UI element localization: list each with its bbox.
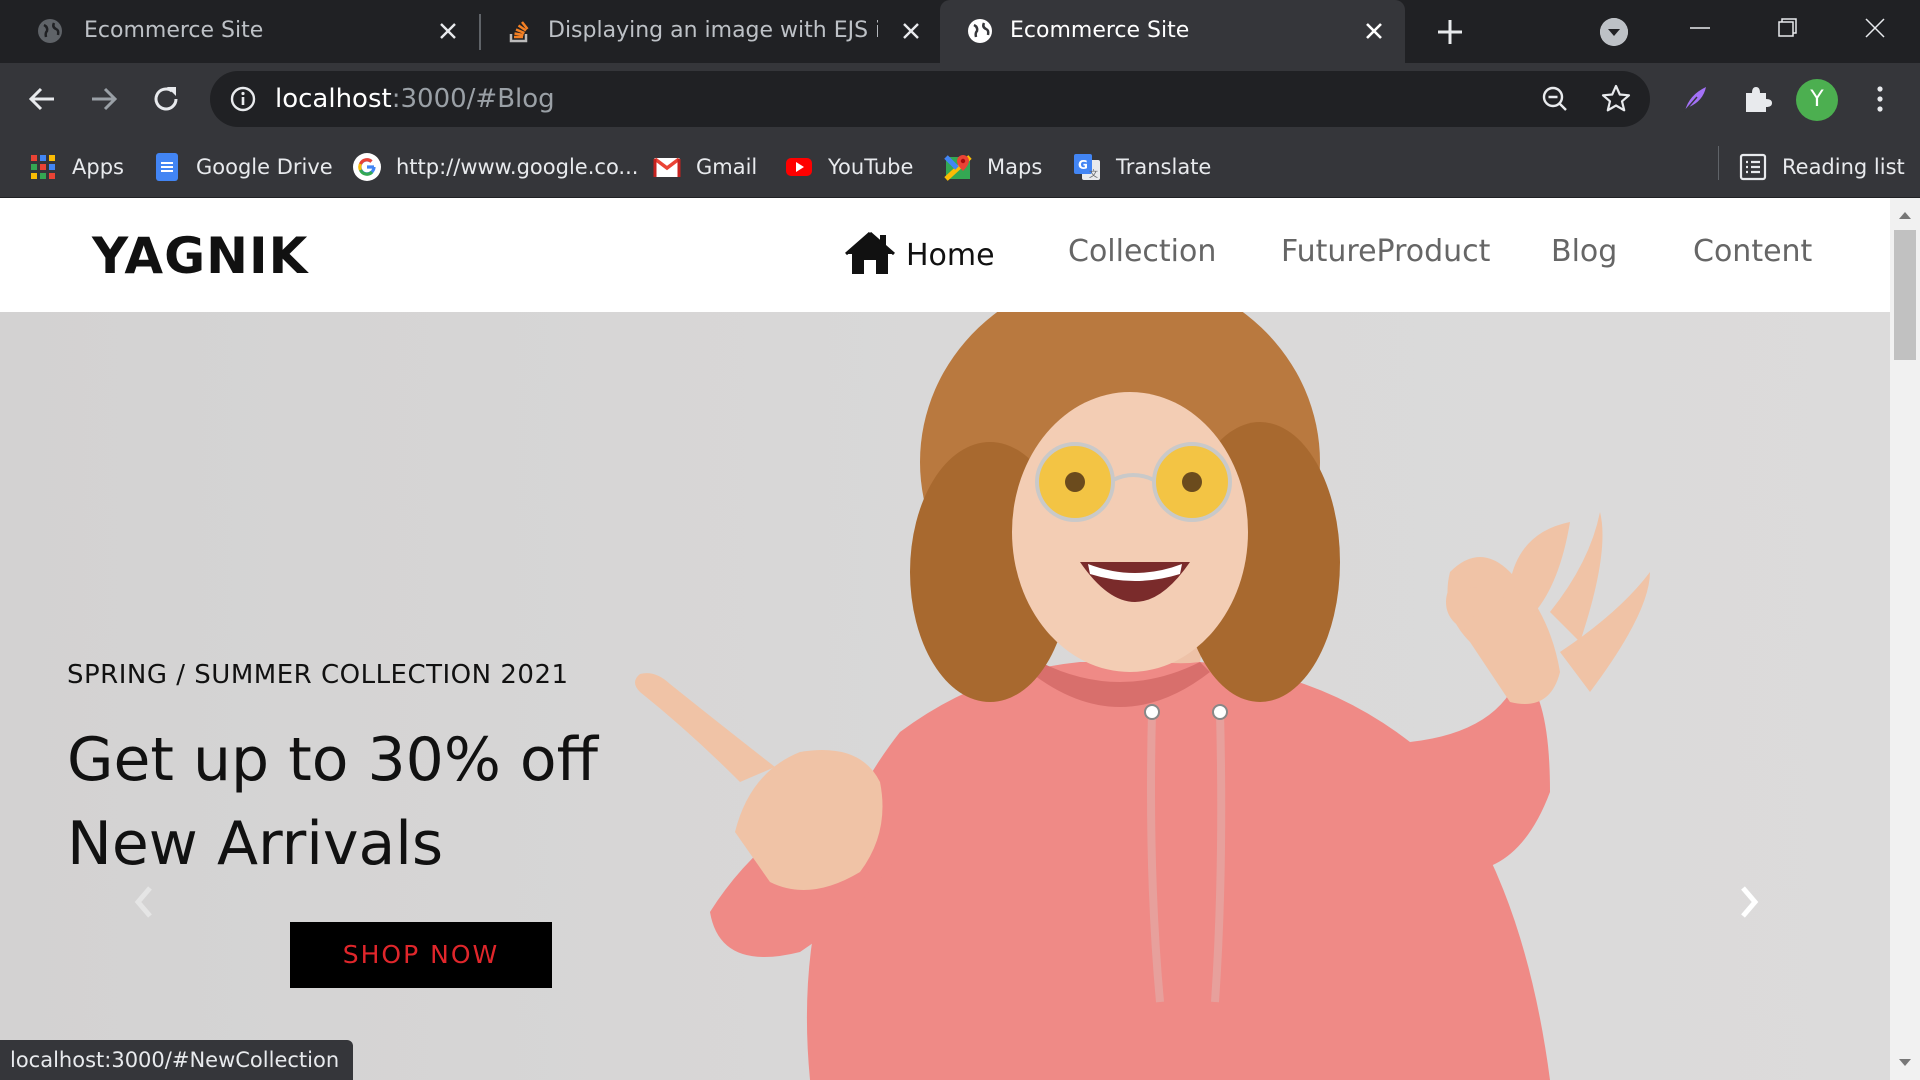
nav-link-futureproduct[interactable]: FutureProduct bbox=[1281, 232, 1490, 272]
bookmark-google[interactable]: http://www.google.co... bbox=[352, 149, 638, 185]
close-icon[interactable] bbox=[436, 19, 460, 43]
hero-subheadline: New Arrivals bbox=[67, 809, 444, 879]
bookmark-label: Gmail bbox=[696, 155, 758, 179]
carousel-prev-icon[interactable] bbox=[130, 882, 158, 922]
bookmarks-bar: Apps Google Drive http://www.google.co..… bbox=[0, 136, 1920, 198]
reading-list-label: Reading list bbox=[1782, 155, 1905, 179]
browser-toolbar: localhost:3000/#Blog Y bbox=[0, 63, 1920, 136]
restore-icon[interactable] bbox=[1767, 8, 1807, 48]
nav-home-link[interactable]: Home bbox=[844, 230, 995, 276]
profile-avatar[interactable]: Y bbox=[1796, 79, 1838, 121]
bookmark-translate[interactable]: G 文 Translate bbox=[1072, 149, 1211, 185]
bookmark-youtube[interactable]: YouTube bbox=[784, 149, 913, 185]
extension-feather-icon[interactable] bbox=[1675, 79, 1715, 119]
url-host: localhost bbox=[275, 84, 392, 114]
nav-link-content[interactable]: Content bbox=[1693, 232, 1812, 272]
status-bubble: localhost:3000/#NewCollection bbox=[0, 1040, 354, 1080]
site-info-icon[interactable] bbox=[230, 86, 256, 112]
address-bar[interactable]: localhost:3000/#Blog bbox=[210, 71, 1650, 127]
carousel-next-icon[interactable] bbox=[1735, 882, 1763, 922]
tab-ecommerce-1[interactable]: Ecommerce Site bbox=[0, 0, 395, 63]
hero-headline: Get up to 30% off bbox=[67, 725, 598, 795]
youtube-icon bbox=[786, 158, 812, 176]
tab-title: Ecommerce Site bbox=[1010, 18, 1190, 43]
maps-icon bbox=[944, 155, 972, 181]
bookmark-label: Translate bbox=[1116, 155, 1212, 179]
bookmark-label: Apps bbox=[72, 155, 124, 179]
reload-icon[interactable] bbox=[146, 79, 186, 119]
stackoverflow-icon bbox=[509, 21, 529, 43]
tab-stackoverflow[interactable]: Displaying an image with EJS in nod bbox=[482, 0, 937, 63]
menu-kebab-icon[interactable] bbox=[1860, 79, 1900, 119]
translate-icon: G 文 bbox=[1074, 154, 1100, 180]
scroll-down-icon[interactable] bbox=[1898, 1058, 1912, 1068]
bookmark-google-drive[interactable]: Google Drive bbox=[152, 149, 333, 185]
scroll-thumb[interactable] bbox=[1894, 230, 1916, 360]
zoom-out-icon[interactable] bbox=[1535, 79, 1575, 119]
back-arrow-icon[interactable] bbox=[22, 79, 62, 119]
reading-list-icon bbox=[1739, 153, 1767, 181]
tab-ecommerce-active[interactable]: Ecommerce Site bbox=[940, 0, 1405, 63]
url-path: :3000/#Blog bbox=[391, 84, 555, 114]
svg-text:文: 文 bbox=[1089, 168, 1098, 180]
apps-grid-icon bbox=[31, 155, 55, 179]
bookmark-maps[interactable]: Maps bbox=[943, 149, 1042, 185]
site-logo[interactable]: YAGNIK bbox=[92, 226, 308, 286]
bookmark-label: Maps bbox=[987, 155, 1043, 179]
reading-list-button[interactable]: Reading list bbox=[1738, 149, 1905, 185]
tab-title: Ecommerce Site bbox=[84, 18, 264, 43]
svg-text:G: G bbox=[1078, 158, 1088, 172]
google-icon bbox=[353, 153, 381, 181]
google-docs-icon bbox=[156, 153, 178, 181]
tab-title: Displaying an image with EJS in nod bbox=[548, 18, 878, 43]
bookmark-apps[interactable]: Apps bbox=[28, 149, 124, 185]
browser-window: Ecommerce Site Displaying an image with … bbox=[0, 0, 1920, 1080]
bookmark-label: Google Drive bbox=[196, 155, 333, 179]
tab-search-icon[interactable] bbox=[1600, 18, 1628, 46]
close-icon[interactable] bbox=[1362, 19, 1386, 43]
hero-kicker: SPRING / SUMMER COLLECTION 2021 bbox=[67, 660, 569, 690]
hero-carousel: SPRING / SUMMER COLLECTION 2021 Get up t… bbox=[0, 312, 1890, 1080]
address-url[interactable]: localhost:3000/#Blog bbox=[275, 82, 555, 116]
globe-icon bbox=[968, 19, 992, 43]
tab-strip: Ecommerce Site Displaying an image with … bbox=[0, 0, 1920, 63]
bookmark-label: http://www.google.co... bbox=[396, 155, 639, 179]
scroll-up-icon[interactable] bbox=[1898, 210, 1912, 220]
nav-link-blog[interactable]: Blog bbox=[1551, 232, 1617, 272]
minimize-icon[interactable] bbox=[1680, 8, 1720, 48]
close-icon[interactable] bbox=[899, 19, 923, 43]
hero-model-image bbox=[635, 312, 1650, 1080]
home-icon bbox=[845, 231, 895, 274]
shop-now-button[interactable]: SHOP NOW bbox=[290, 922, 552, 988]
bookmark-separator bbox=[1718, 146, 1719, 180]
window-close-icon[interactable] bbox=[1855, 8, 1895, 48]
tab-separator bbox=[479, 14, 481, 50]
page-viewport: YAGNIK Home Collection FutureProduct Blo… bbox=[0, 198, 1890, 1080]
new-tab-icon[interactable] bbox=[1432, 14, 1468, 50]
forward-arrow-icon[interactable] bbox=[84, 79, 124, 119]
site-navbar: YAGNIK Home Collection FutureProduct Blo… bbox=[0, 198, 1890, 312]
bookmark-star-icon[interactable] bbox=[1596, 79, 1636, 119]
nav-link-collection[interactable]: Collection bbox=[1068, 232, 1216, 272]
extensions-puzzle-icon[interactable] bbox=[1736, 79, 1776, 119]
page-scrollbar[interactable] bbox=[1890, 198, 1920, 1080]
bookmark-gmail[interactable]: Gmail bbox=[652, 149, 757, 185]
gmail-icon bbox=[653, 157, 681, 177]
nav-home-label: Home bbox=[906, 238, 995, 273]
bookmark-label: YouTube bbox=[828, 155, 914, 179]
globe-icon bbox=[38, 19, 62, 43]
